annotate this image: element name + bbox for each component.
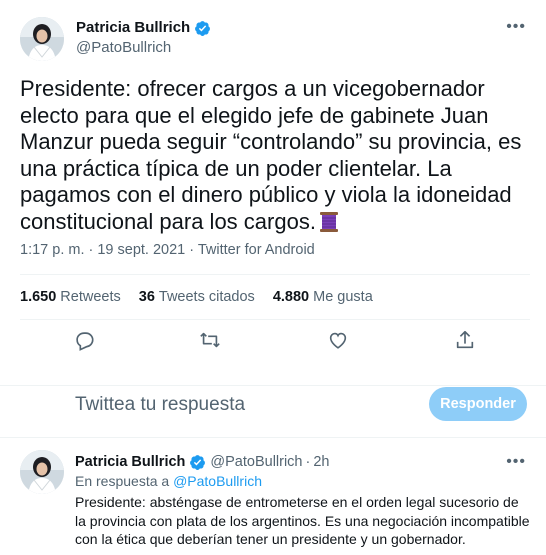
avatar[interactable]: [20, 17, 64, 61]
more-options-icon[interactable]: •••: [506, 454, 526, 470]
likes-label: Me gusta: [313, 289, 373, 305]
divider: [20, 319, 530, 320]
timestamp[interactable]: 1:17 p. m. · 19 sept. 2021 ·: [20, 242, 198, 258]
divider: [20, 274, 530, 275]
in-reply-to: En respuesta a @PatoBullrich: [75, 472, 262, 490]
author-name-text: Patricia Bullrich: [76, 19, 191, 36]
author-handle[interactable]: @PatoBullrich: [76, 38, 211, 58]
source-link[interactable]: Twitter for Android: [198, 242, 315, 258]
retweets-count: 1.650: [20, 289, 57, 305]
retweets-label: Retweets: [60, 289, 121, 305]
reply-tweet[interactable]: Patricia Bullrich @PatoBullrich · 2h •••…: [0, 439, 546, 555]
avatar[interactable]: [20, 450, 64, 494]
reply-header: Patricia Bullrich @PatoBullrich · 2h: [75, 452, 329, 472]
more-options-icon[interactable]: •••: [506, 19, 526, 35]
tweet-actions: [0, 329, 546, 355]
avatar-photo: [20, 17, 64, 61]
tweet-text: Presidente: ofrecer cargos a un vicegobe…: [20, 76, 530, 235]
share-icon[interactable]: [454, 329, 476, 351]
verified-badge-icon: [195, 20, 211, 36]
tweet-body: Presidente: ofrecer cargos a un vicegobe…: [20, 76, 522, 234]
retweet-icon[interactable]: [199, 329, 221, 351]
like-icon[interactable]: [327, 329, 349, 351]
separator-dot: ·: [305, 454, 311, 470]
quote-tweets-count: 36: [138, 289, 155, 305]
main-tweet: Patricia Bullrich @PatoBullrich ••• Pres…: [0, 0, 546, 386]
tweet-stats: 1.650 Retweets 36 Tweets citados 4.880 M…: [20, 287, 373, 307]
author-name-text: Patricia Bullrich: [75, 454, 186, 470]
reply-icon[interactable]: [73, 329, 95, 351]
spool-of-thread-icon: [319, 211, 338, 232]
author-handle[interactable]: @PatoBullrich: [210, 452, 302, 472]
author-info[interactable]: Patricia Bullrich @PatoBullrich: [76, 18, 211, 58]
likes-count: 4.880: [272, 289, 310, 305]
likes-stat[interactable]: 4.880 Me gusta: [273, 287, 373, 307]
author-name[interactable]: Patricia Bullrich: [76, 18, 211, 38]
reply-button[interactable]: Responder: [429, 387, 527, 421]
quote-tweets-label: Tweets citados: [158, 289, 255, 305]
retweets-stat[interactable]: 1.650 Retweets: [20, 287, 121, 307]
relative-time[interactable]: 2h: [313, 452, 329, 472]
reply-input[interactable]: [75, 393, 405, 417]
reply-composer: Responder: [0, 376, 546, 438]
avatar-photo: [20, 450, 64, 494]
tweet-meta: 1:17 p. m. · 19 sept. 2021 · Twitter for…: [20, 240, 315, 260]
verified-badge-icon: [190, 454, 206, 470]
author-name[interactable]: Patricia Bullrich: [75, 452, 206, 472]
quote-tweets-stat[interactable]: 36 Tweets citados: [139, 287, 255, 307]
mention-link[interactable]: @PatoBullrich: [173, 473, 262, 489]
reply-tweet-text: Presidente: absténgase de entrometerse e…: [75, 494, 530, 547]
in-reply-prefix: En respuesta a: [75, 473, 174, 489]
